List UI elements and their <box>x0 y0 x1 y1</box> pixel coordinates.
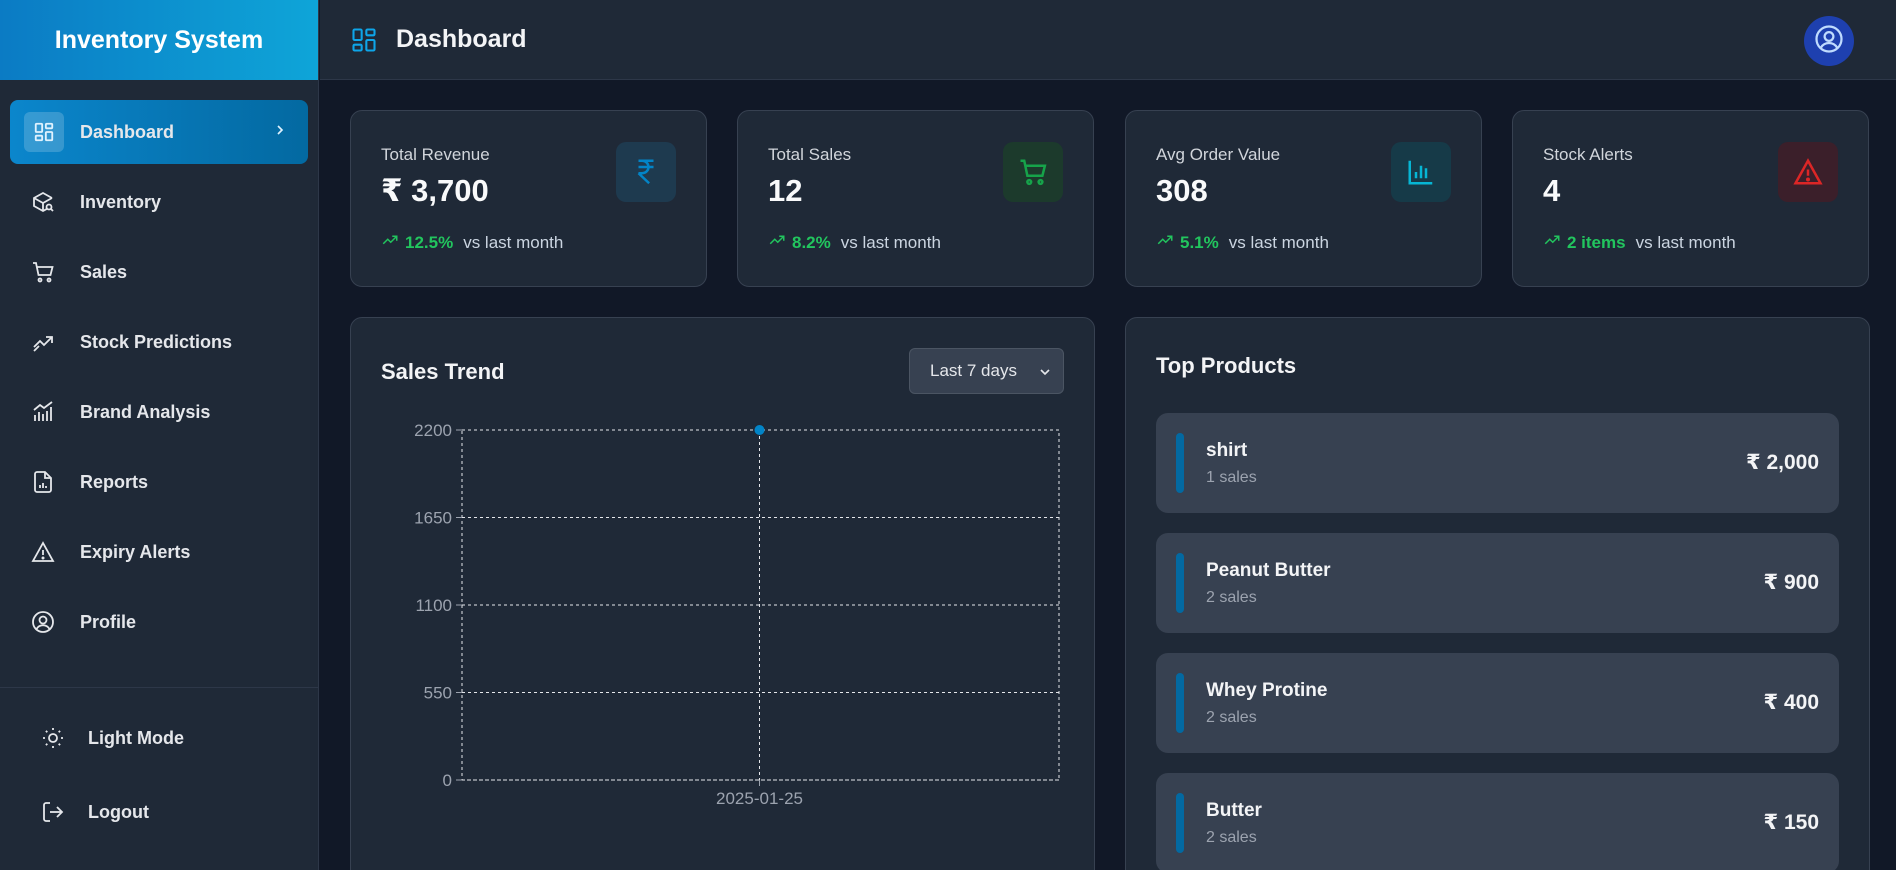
sidebar-footer: Light Mode Logout <box>0 687 318 854</box>
light-mode-toggle[interactable]: Light Mode <box>10 706 308 770</box>
logout-label: Logout <box>88 801 149 822</box>
product-name: shirt <box>1206 440 1248 461</box>
app-title: Inventory System <box>54 25 264 54</box>
stat-card-stock-alerts: Stock Alerts 4 2 items vs last month <box>1512 110 1869 287</box>
logout-button[interactable]: Logout <box>10 780 308 844</box>
stat-compare: vs last month <box>463 232 564 252</box>
top-products-title: Top Products <box>1156 353 1297 378</box>
sidebar-item-label: Expiry Alerts <box>80 541 191 562</box>
product-sales: 2 sales <box>1206 829 1257 846</box>
top-products-card: Top Products shirt 1 sales ₹ 2,000 Peanu… <box>1125 317 1870 870</box>
chevron-right-icon <box>272 122 288 143</box>
stat-card-total-sales: Total Sales 12 8.2% vs last month <box>737 110 1094 287</box>
plot-frame <box>461 429 1060 781</box>
stat-trend: 12.5% vs last month <box>381 231 676 254</box>
sun-icon <box>40 725 66 751</box>
brand-header: Inventory System <box>0 0 318 80</box>
stat-compare: vs last month <box>1228 232 1329 252</box>
user-circle-icon <box>30 609 56 635</box>
user-circle-icon <box>1814 24 1844 59</box>
light-mode-label: Light Mode <box>88 727 184 748</box>
dashboard-icon <box>24 112 64 152</box>
stat-card-avg-order-value: Avg Order Value 308 5.1% vs last month <box>1125 110 1482 287</box>
trend-up-icon <box>381 231 399 254</box>
trend-up-icon <box>1156 231 1174 254</box>
stat-change: 2 items <box>1567 232 1626 252</box>
sidebar-item-label: Reports <box>80 471 149 492</box>
warning-icon <box>30 539 56 565</box>
y-tick-label: 1100 <box>415 596 452 615</box>
sidebar-item-label: Sales <box>80 261 128 282</box>
sidebar-item-brand-analysis[interactable]: Brand Analysis <box>10 380 308 444</box>
product-item[interactable]: Peanut Butter 2 sales ₹ 900 <box>1156 533 1839 633</box>
x-tick-label: 2025-01-25 <box>716 789 803 808</box>
product-amount: ₹ 2,000 <box>1746 451 1819 474</box>
stat-compare: vs last month <box>1635 232 1736 252</box>
product-sales: 1 sales <box>1206 469 1257 486</box>
stat-trend: 8.2% vs last month <box>768 231 1063 254</box>
product-name: Whey Protine <box>1206 680 1328 701</box>
y-tick-label: 550 <box>424 684 452 703</box>
sidebar-item-label: Profile <box>80 611 137 632</box>
sales-trend-chart: 0 550 1100 1650 2200 2025-01-25 <box>414 421 1060 808</box>
sidebar-item-dashboard[interactable]: Dashboard <box>10 100 308 164</box>
stat-change: 12.5% <box>405 232 454 252</box>
stat-change: 5.1% <box>1180 232 1219 252</box>
top-header: Dashboard <box>320 0 1896 80</box>
y-tick-label: 2200 <box>414 421 452 440</box>
product-sales: 2 sales <box>1206 709 1257 726</box>
rupee-icon <box>616 142 676 202</box>
product-item[interactable]: Butter 2 sales ₹ 150 <box>1156 773 1839 870</box>
dashboard-icon <box>350 26 378 54</box>
product-accent-bar <box>1176 433 1184 493</box>
warning-icon <box>1778 142 1838 202</box>
bar-chart-icon <box>1391 142 1451 202</box>
sidebar-nav: Dashboard Inventory Sales Stock Predicti… <box>0 80 318 654</box>
sidebar-item-expiry-alerts[interactable]: Expiry Alerts <box>10 520 308 584</box>
y-tick-label: 0 <box>443 771 452 790</box>
cart-icon <box>30 259 56 285</box>
stat-trend: 2 items vs last month <box>1543 231 1838 254</box>
bar-line-chart-icon <box>30 399 56 425</box>
sidebar: Inventory System Dashboard Inventory Sal… <box>0 0 319 870</box>
product-accent-bar <box>1176 553 1184 613</box>
product-accent-bar <box>1176 673 1184 733</box>
trend-up-icon <box>1543 231 1561 254</box>
logout-icon <box>40 799 66 825</box>
stat-card-total-revenue: Total Revenue ₹ 3,700 12.5% vs last mont… <box>350 110 707 287</box>
trend-up-icon <box>30 329 56 355</box>
sidebar-item-label: Stock Predictions <box>80 331 233 352</box>
sidebar-item-reports[interactable]: Reports <box>10 450 308 514</box>
page-title: Dashboard <box>396 25 527 53</box>
y-tick-label: 1650 <box>414 509 452 528</box>
sidebar-item-stock-predictions[interactable]: Stock Predictions <box>10 310 308 374</box>
cart-icon <box>1003 142 1063 202</box>
product-item[interactable]: Whey Protine 2 sales ₹ 400 <box>1156 653 1839 753</box>
product-item[interactable]: shirt 1 sales ₹ 2,000 <box>1156 413 1839 513</box>
stat-change: 8.2% <box>792 232 831 252</box>
product-amount: ₹ 900 <box>1763 571 1819 594</box>
trend-up-icon <box>768 231 786 254</box>
product-name: Peanut Butter <box>1206 560 1331 581</box>
sales-trend-card: Sales Trend Last 7 days 0 550 1100 1650 2200… <box>350 317 1095 870</box>
stat-trend: 5.1% vs last month <box>1156 231 1451 254</box>
product-sales: 2 sales <box>1206 589 1257 606</box>
product-name: Butter <box>1206 800 1262 821</box>
sidebar-item-label: Dashboard <box>80 121 175 142</box>
product-amount: ₹ 150 <box>1763 811 1819 834</box>
sidebar-item-label: Inventory <box>80 191 162 212</box>
product-amount: ₹ 400 <box>1763 691 1819 714</box>
sidebar-item-inventory[interactable]: Inventory <box>10 170 308 234</box>
sidebar-item-profile[interactable]: Profile <box>10 590 308 654</box>
data-point <box>754 425 765 435</box>
report-file-icon <box>30 469 56 495</box>
sidebar-item-label: Brand Analysis <box>80 401 211 422</box>
product-accent-bar <box>1176 793 1184 853</box>
user-avatar-button[interactable] <box>1804 16 1854 66</box>
sidebar-item-sales[interactable]: Sales <box>10 240 308 304</box>
stat-compare: vs last month <box>840 232 941 252</box>
box-icon <box>30 189 56 215</box>
